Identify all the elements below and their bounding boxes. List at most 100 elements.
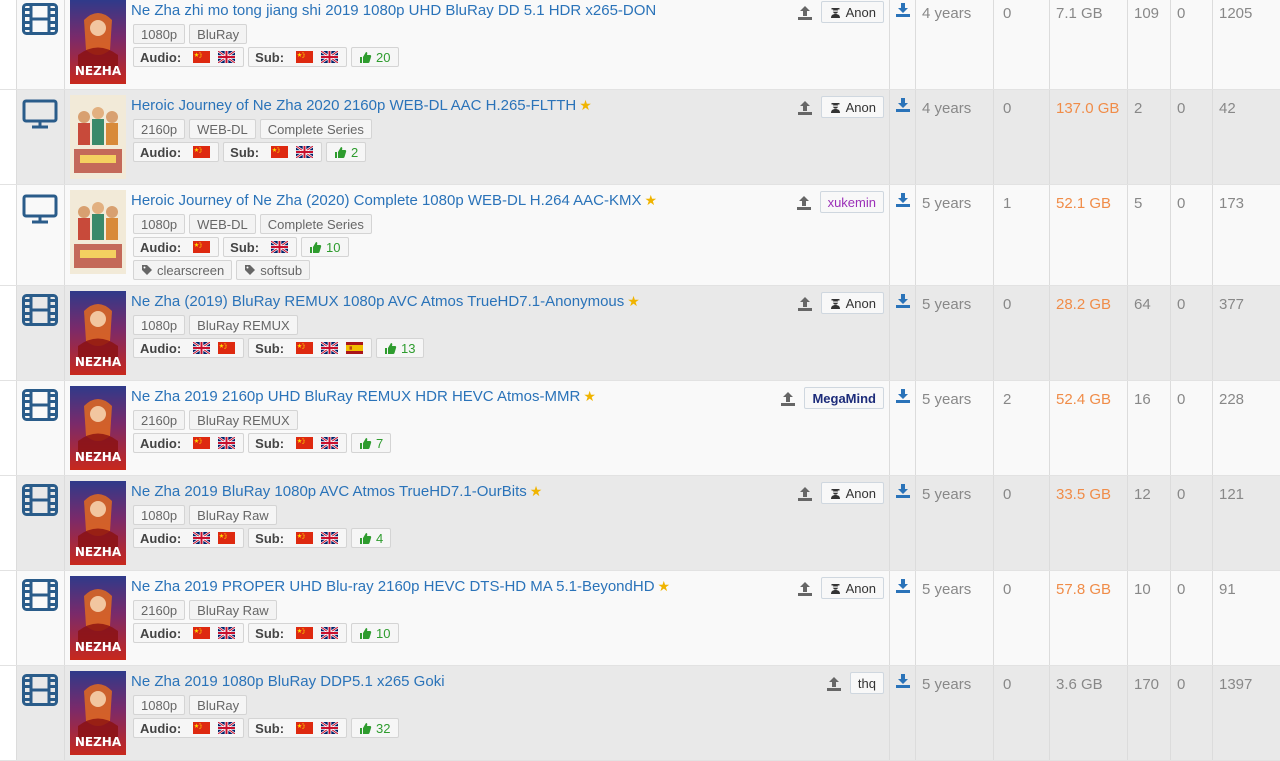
- download-icon[interactable]: [895, 2, 911, 18]
- torrent-title-link[interactable]: Heroic Journey of Ne Zha (2020) Complete…: [131, 192, 657, 209]
- quality-tag[interactable]: 1080p: [133, 505, 186, 525]
- upload-icon[interactable]: [826, 676, 842, 692]
- uploader-badge[interactable]: thq: [849, 672, 884, 694]
- likes-button[interactable]: 20: [351, 47, 399, 67]
- quality-tag[interactable]: BluRay Raw: [189, 600, 277, 620]
- torrent-title-link[interactable]: Ne Zha 2019 BluRay 1080p AVC Atmos TrueH…: [131, 483, 542, 500]
- tag-line-quality: 2160p BluRay Raw: [133, 600, 399, 620]
- quality-tag[interactable]: 2160p: [133, 600, 186, 620]
- uploader-badge[interactable]: Anon: [820, 292, 884, 314]
- quality-tag[interactable]: Complete Series: [259, 119, 372, 139]
- quality-tag[interactable]: WEB-DL: [189, 119, 256, 139]
- torrent-title-link[interactable]: Ne Zha (2019) BluRay REMUX 1080p AVC Atm…: [131, 293, 640, 310]
- completed-count: 42: [1219, 100, 1236, 117]
- comments-count[interactable]: 2: [1003, 391, 1011, 408]
- column-divider: [1212, 0, 1213, 89]
- uploader-badge[interactable]: MegaMind: [804, 387, 884, 409]
- comments-count[interactable]: 1: [1003, 195, 1011, 212]
- quality-tag[interactable]: WEB-DL: [189, 214, 256, 234]
- column-divider: [64, 666, 65, 760]
- film-icon[interactable]: [22, 294, 58, 326]
- comments-count[interactable]: 0: [1003, 486, 1011, 503]
- row-left-border: [0, 90, 17, 184]
- tv-monitor-icon[interactable]: [22, 193, 58, 225]
- quality-tag[interactable]: 1080p: [133, 315, 186, 335]
- quality-tag[interactable]: BluRay: [189, 695, 248, 715]
- flag-cn-icon: [193, 722, 211, 734]
- likes-button[interactable]: 10: [301, 237, 349, 257]
- quality-tag[interactable]: Complete Series: [259, 214, 372, 234]
- uploader-badge[interactable]: xukemin: [819, 191, 884, 213]
- poster-nezha-image: NEZHA: [70, 386, 126, 470]
- torrent-title-link[interactable]: Ne Zha 2019 1080p BluRay DDP5.1 x265 Gok…: [131, 673, 445, 690]
- download-icon[interactable]: [895, 578, 911, 594]
- tv-monitor-icon[interactable]: [22, 98, 58, 130]
- quality-tag[interactable]: 2160p: [133, 119, 186, 139]
- upload-icon[interactable]: [797, 100, 813, 116]
- column-divider: [1170, 90, 1171, 184]
- column-divider: [993, 571, 994, 665]
- torrent-title-link[interactable]: Ne Zha zhi mo tong jiang shi 2019 1080p …: [131, 2, 656, 19]
- download-icon[interactable]: [895, 293, 911, 309]
- film-icon[interactable]: [22, 579, 58, 611]
- film-icon[interactable]: [22, 674, 58, 706]
- keyword-tag[interactable]: softsub: [236, 260, 311, 280]
- table-row: Heroic Journey of Ne Zha 2020 2160p WEB-…: [0, 90, 1280, 185]
- quality-tag[interactable]: 1080p: [133, 214, 186, 234]
- likes-button[interactable]: 7: [351, 433, 392, 453]
- comments-count[interactable]: 0: [1003, 581, 1011, 598]
- likes-button[interactable]: 2: [326, 142, 367, 162]
- quality-tag[interactable]: 1080p: [133, 695, 186, 715]
- column-divider: [915, 571, 916, 665]
- quality-tag[interactable]: BluRay REMUX: [189, 410, 298, 430]
- likes-button[interactable]: 32: [351, 718, 399, 738]
- download-icon[interactable]: [895, 388, 911, 404]
- comments-count[interactable]: 0: [1003, 5, 1011, 22]
- comments-count[interactable]: 0: [1003, 676, 1011, 693]
- likes-count: 32: [376, 720, 391, 736]
- table-row: NEZHA Ne Zha zhi mo tong jiang shi 2019 1…: [0, 0, 1280, 90]
- likes-count: 7: [376, 435, 384, 451]
- upload-icon[interactable]: [797, 581, 813, 597]
- torrent-title-link[interactable]: Ne Zha 2019 2160p UHD BluRay REMUX HDR H…: [131, 388, 596, 405]
- upload-icon[interactable]: [797, 486, 813, 502]
- likes-button[interactable]: 13: [376, 338, 424, 358]
- likes-button[interactable]: 10: [351, 623, 399, 643]
- uploader-badge[interactable]: Anon: [820, 482, 884, 504]
- tag-line-languages: Audio: Sub: 13: [133, 338, 424, 358]
- uploader-badge[interactable]: Anon: [820, 577, 884, 599]
- download-icon[interactable]: [895, 483, 911, 499]
- film-icon[interactable]: [22, 389, 58, 421]
- upload-icon[interactable]: [797, 296, 813, 312]
- quality-tag[interactable]: BluRay Raw: [189, 505, 277, 525]
- completed-count: 1205: [1219, 5, 1253, 22]
- quality-tag[interactable]: BluRay REMUX: [189, 315, 298, 335]
- download-icon[interactable]: [895, 673, 911, 689]
- tag-line-quality: 2160p WEB-DL Complete Series: [133, 119, 372, 139]
- film-icon[interactable]: [22, 484, 58, 516]
- upload-age: 4 years: [922, 100, 972, 117]
- quality-tag[interactable]: BluRay: [189, 24, 248, 44]
- upload-age: 5 years: [922, 676, 972, 693]
- torrent-title-link[interactable]: Ne Zha 2019 PROPER UHD Blu-ray 2160p HEV…: [131, 578, 670, 595]
- upload-icon[interactable]: [780, 391, 796, 407]
- upload-icon[interactable]: [797, 5, 813, 21]
- tag-line-keywords: clearscreen softsub: [133, 260, 372, 280]
- torrent-title-link[interactable]: Heroic Journey of Ne Zha 2020 2160p WEB-…: [131, 97, 592, 114]
- download-icon[interactable]: [895, 97, 911, 113]
- download-icon[interactable]: [895, 192, 911, 208]
- quality-tag[interactable]: 1080p: [133, 24, 186, 44]
- comments-count[interactable]: 0: [1003, 100, 1011, 117]
- keyword-tag[interactable]: clearscreen: [133, 260, 233, 280]
- quality-tag[interactable]: 2160p: [133, 410, 186, 430]
- flag-cn-icon: [296, 437, 314, 449]
- upload-icon[interactable]: [796, 195, 812, 211]
- likes-count: 2: [351, 144, 359, 160]
- completed-count: 121: [1219, 486, 1245, 503]
- uploader-badge[interactable]: Anon: [820, 96, 884, 118]
- uploader-badge[interactable]: Anon: [820, 1, 884, 23]
- likes-button[interactable]: 4: [351, 528, 392, 548]
- comments-count[interactable]: 0: [1003, 296, 1011, 313]
- row-left-border: [0, 476, 17, 570]
- film-icon[interactable]: [22, 3, 58, 35]
